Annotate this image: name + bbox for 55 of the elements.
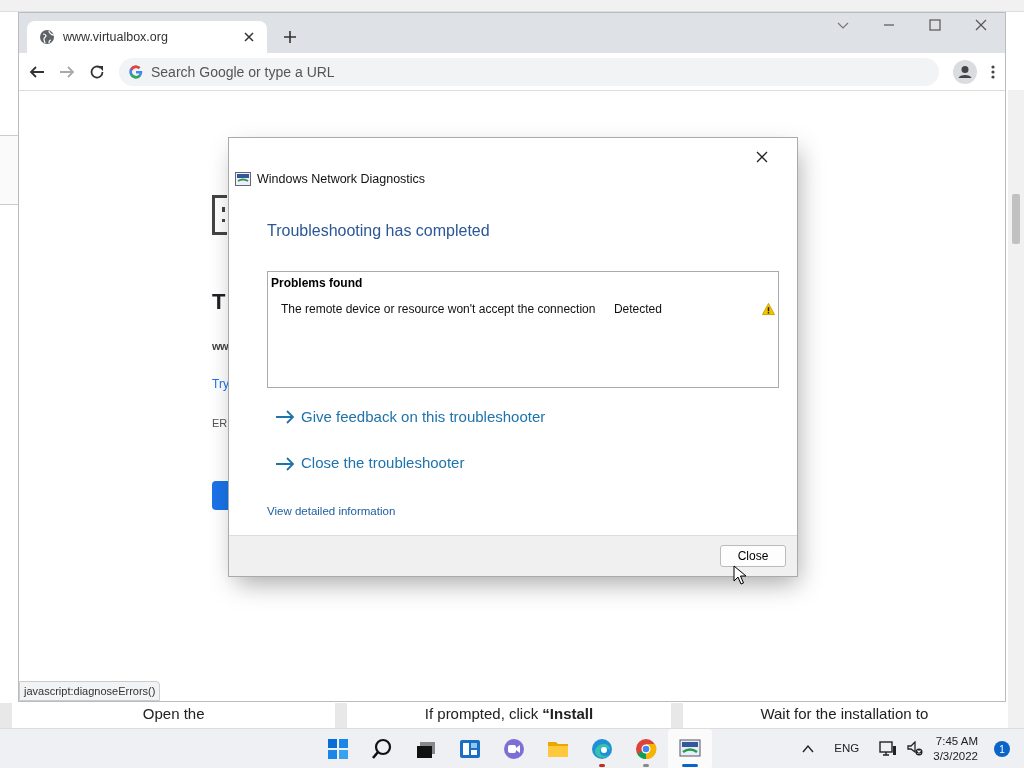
edge-icon [591,738,613,760]
address-bar[interactable]: Search Google or type a URL [119,57,939,86]
volume-muted-icon[interactable] [907,741,924,757]
error-heading: T [212,288,226,316]
back-icon[interactable] [29,63,45,80]
troubleshooter-link[interactable]: Close the troubleshooter [275,452,465,475]
taskbar-button[interactable] [668,729,712,768]
maximize-icon[interactable] [929,19,941,31]
arrow-icon [275,410,295,424]
plus-icon[interactable] [283,30,297,44]
close-icon[interactable] [975,19,987,31]
troubleshooter-link[interactable]: Give feedback on this troubleshooter [275,405,546,429]
error-host: ww [212,339,229,354]
start-icon [327,738,349,760]
details-link[interactable]: View detailed information [267,502,396,520]
chevron-up-icon[interactable] [802,743,815,755]
chrome-icon [635,738,657,760]
running-indicator [682,764,698,767]
close-button[interactable]: Close [720,545,786,567]
step-text: Wait for the installation to [760,705,929,722]
scrollbar[interactable] [1008,90,1024,728]
close-icon [756,151,768,163]
running-indicator [599,764,605,767]
browser-tab[interactable]: www.virtualbox.org [27,21,267,53]
status-url: javascript:diagnoseErrors() [19,680,161,701]
more-icon[interactable] [991,63,995,80]
try-link[interactable]: Try [212,374,229,393]
dialog-title: Windows Network Diagnostics [257,171,426,188]
arrow-icon [275,456,295,471]
dialog-heading: Troubleshooting has completed [267,220,491,241]
search-icon [371,738,393,760]
running-indicator [643,764,649,767]
reload-icon[interactable] [89,63,105,80]
chat-icon [503,738,525,760]
language-indicator[interactable]: ENG [834,740,860,758]
close-icon[interactable] [243,31,255,43]
tab-title: www.virtualbox.org [63,28,169,46]
notification-badge[interactable]: 1 [994,741,1010,757]
problems-title: Problems found [271,274,364,292]
warning-icon [762,301,775,316]
widgets-icon [459,738,481,760]
step-text: If prompted, click “Install [424,705,594,722]
network-icon[interactable] [879,741,898,757]
step-text: Open the [142,705,205,722]
clock[interactable]: 7:45 AM 3/3/2022 [933,734,978,764]
account-icon[interactable] [953,59,977,84]
google-icon [129,64,143,79]
network-diagnostics-icon [235,172,251,187]
clock-time: 7:45 AM [934,734,978,749]
problem-status: Detected [613,300,663,318]
globe-icon [39,29,55,45]
error-code: ER [212,415,228,431]
network-diagnostics-icon [679,738,701,760]
clock-date: 3/3/2022 [933,749,978,764]
problem-description: The remote device or resource won't accept the connection [281,300,597,318]
